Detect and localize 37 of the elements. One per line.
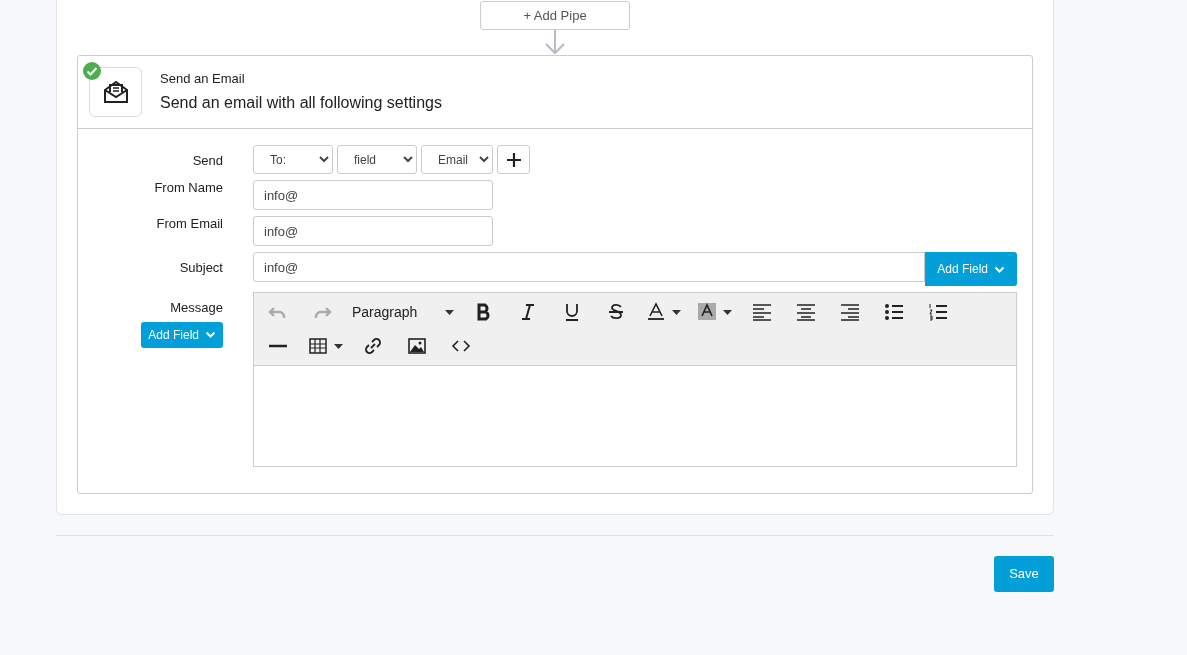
dropdown-select[interactable]: To: — [253, 145, 333, 174]
numbered-list-icon — [928, 302, 948, 322]
caret-icon — [445, 309, 454, 315]
highlight-color-icon — [697, 302, 717, 322]
image-icon — [407, 336, 427, 356]
align-center-icon — [796, 302, 816, 322]
caret-icon — [723, 309, 732, 315]
horizontal-line-icon — [268, 344, 288, 348]
caret-icon — [334, 343, 343, 349]
text-color-icon — [646, 302, 666, 322]
step-description: Send an email with all following settings — [160, 93, 442, 114]
field-label: Send — [191, 152, 223, 170]
text-input[interactable]: info@ — [253, 180, 493, 210]
link-icon — [363, 336, 383, 356]
connector-arrow — [543, 30, 567, 55]
text-input[interactable]: info@ — [253, 252, 926, 282]
chevron-icon — [205, 331, 216, 340]
chevron-icon — [994, 265, 1005, 274]
field-label: From Email — [155, 215, 223, 233]
dropdown-select[interactable]: Email — [421, 145, 493, 174]
align-left-icon — [752, 302, 772, 322]
text-input[interactable]: info@ — [253, 216, 493, 246]
step-title: Send an Email — [160, 69, 246, 88]
plus-icon — [506, 152, 521, 167]
caret-icon — [672, 309, 681, 315]
strikethrough-icon — [606, 302, 626, 322]
field-label: Subject — [178, 259, 223, 277]
add-pipe-button[interactable]: + Add Pipe — [480, 1, 630, 30]
envelope-icon — [102, 79, 129, 105]
format-dropdown[interactable]: Paragraph — [348, 297, 458, 327]
dropdown-select[interactable]: field — [337, 145, 417, 174]
bullet-list-icon — [884, 302, 904, 322]
table-icon — [308, 336, 328, 356]
field-label: From Name — [153, 179, 223, 197]
field-label: Message — [169, 299, 223, 317]
add-button[interactable] — [497, 145, 530, 174]
align-right-icon — [840, 302, 860, 322]
